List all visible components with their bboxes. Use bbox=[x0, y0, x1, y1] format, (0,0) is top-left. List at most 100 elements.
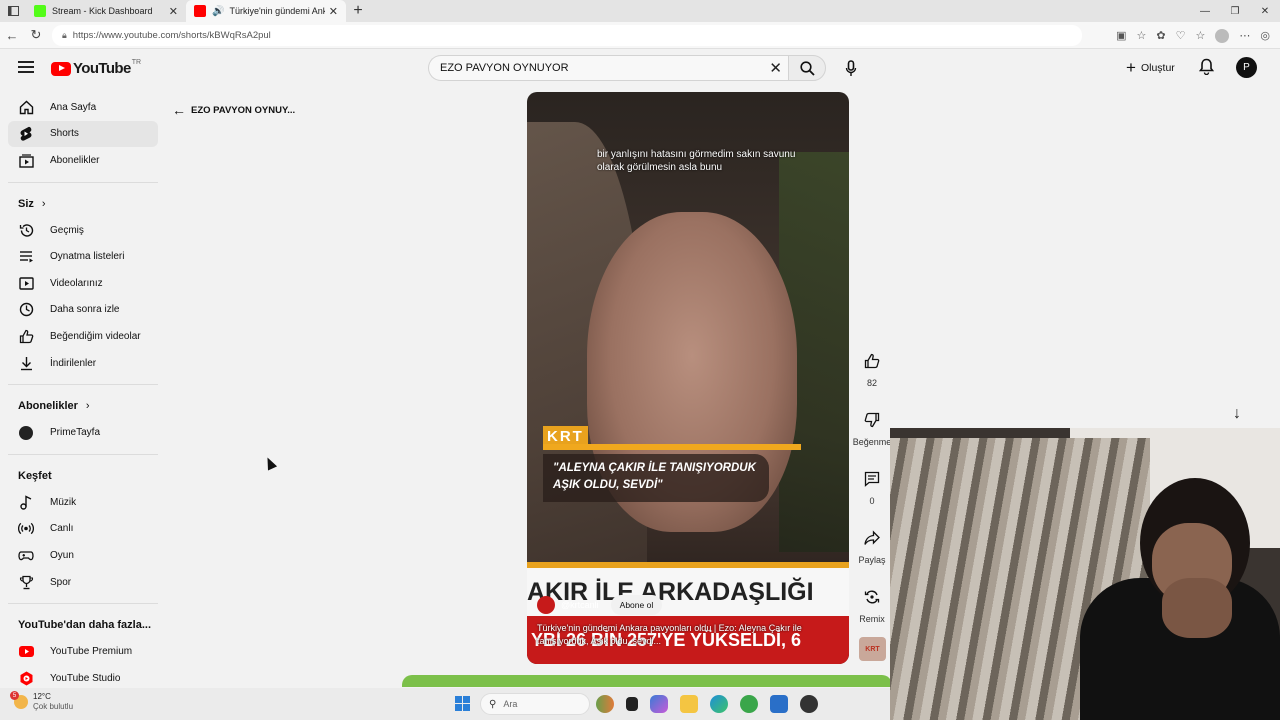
extensions-icon[interactable]: ✿ bbox=[1156, 29, 1165, 42]
favorite-star-icon[interactable]: ☆ bbox=[1137, 29, 1147, 42]
section-explore-heading: Keşfet bbox=[8, 463, 158, 489]
menu-icon[interactable] bbox=[18, 61, 34, 76]
youtube-logo[interactable]: YouTube TR bbox=[51, 59, 142, 77]
subscriptions-icon bbox=[18, 152, 34, 168]
section-heading-label: YouTube'dan daha fazla... bbox=[18, 619, 151, 632]
sidebar-item-music[interactable]: Müzik bbox=[8, 489, 158, 516]
site-info-icon[interactable]: 🔒︎ bbox=[62, 30, 67, 41]
start-button[interactable] bbox=[455, 696, 470, 711]
create-button[interactable]: + Oluştur bbox=[1126, 57, 1175, 79]
sound-thumbnail[interactable]: KRT bbox=[859, 637, 886, 661]
country-code: TR bbox=[131, 59, 142, 66]
microphone-icon bbox=[845, 59, 857, 76]
new-tab-button[interactable]: + bbox=[346, 2, 370, 20]
search-button[interactable] bbox=[788, 55, 826, 81]
tab-youtube-short[interactable]: 🔊 Türkiye'nin gündemi Ankara ✕ bbox=[186, 0, 346, 22]
sidebar-item-subscriptions[interactable]: Abonelikler bbox=[8, 147, 158, 174]
section-subscriptions-heading[interactable]: Abonelikler › bbox=[8, 393, 158, 419]
section-heading-label: Abonelikler bbox=[18, 400, 78, 413]
tab-kick-dashboard[interactable]: Stream - Kick Dashboard ✕ bbox=[26, 0, 186, 22]
back-to-search-link[interactable]: ← EZO PAVYON OYNUY... bbox=[172, 102, 295, 118]
browser-toolbar: ▣ ☆ ✿ ♡ ☆ ⋯ ◎ bbox=[1116, 22, 1270, 49]
sidebar-item-shorts[interactable]: Shorts bbox=[8, 120, 158, 148]
taskbar-apps bbox=[596, 695, 818, 713]
edge-icon[interactable] bbox=[710, 695, 728, 713]
voice-search-button[interactable] bbox=[838, 56, 864, 80]
like-button[interactable]: 82 bbox=[852, 348, 892, 407]
maximize-icon[interactable]: ❐ bbox=[1220, 6, 1250, 17]
minimize-icon[interactable]: — bbox=[1190, 6, 1220, 17]
user-initial: P bbox=[1243, 62, 1250, 73]
weather-icon: 5 bbox=[10, 691, 28, 709]
sidebar-item-gaming[interactable]: Oyun bbox=[8, 542, 158, 569]
back-icon[interactable]: ← bbox=[0, 28, 24, 43]
profile-icon[interactable] bbox=[1215, 28, 1230, 43]
store-icon[interactable] bbox=[770, 695, 788, 713]
widgets-icon[interactable] bbox=[596, 695, 614, 713]
weather-text: 12°C Çok bulutlu bbox=[33, 692, 73, 712]
close-window-icon[interactable]: ✕ bbox=[1250, 6, 1280, 17]
dislike-button[interactable]: Beğenme bbox=[852, 407, 892, 466]
downloads-icon bbox=[18, 355, 34, 371]
taskbar-search[interactable]: ⚲ Ara bbox=[480, 693, 590, 715]
short-video-player[interactable]: bir yanlışını hatasını görmedim sakın sa… bbox=[527, 92, 849, 664]
search-value: EZO PAVYON OYNUYOR bbox=[440, 62, 569, 74]
playlists-icon bbox=[18, 249, 34, 265]
next-short-preview[interactable] bbox=[402, 675, 892, 687]
green-app-icon[interactable] bbox=[740, 695, 758, 713]
favorites-icon[interactable]: ☆ bbox=[1196, 29, 1206, 42]
browser-essentials-icon[interactable]: ♡ bbox=[1176, 29, 1186, 42]
short-title[interactable]: Türkiye'nin gündemi Ankara pavyonları ol… bbox=[537, 622, 827, 648]
channel-logo-overlay: KRT bbox=[543, 426, 588, 446]
sidebar-item-liked-videos[interactable]: Beğendiğim videolar bbox=[8, 323, 158, 350]
sidebar-item-label: Müzik bbox=[50, 496, 77, 508]
sidebar-item-watch-later[interactable]: Daha sonra izle bbox=[8, 297, 158, 324]
close-tab-icon[interactable]: ✕ bbox=[329, 5, 338, 18]
notifications-icon[interactable] bbox=[1198, 58, 1215, 78]
section-more-heading: YouTube'dan daha fazla... bbox=[8, 612, 158, 638]
channel-avatar bbox=[18, 425, 34, 441]
tab-actions-icon[interactable] bbox=[0, 0, 26, 22]
address-input[interactable]: 🔒︎ https://www.youtube.com/shorts/kBWqRs… bbox=[52, 25, 1082, 46]
next-short-arrow-icon[interactable]: ↓ bbox=[1233, 405, 1241, 423]
sidebar-item-sports[interactable]: Spor bbox=[8, 569, 158, 596]
file-explorer-icon[interactable] bbox=[680, 695, 698, 713]
dislike-icon bbox=[855, 407, 889, 433]
url-text: https://www.youtube.com/shorts/kBWqRsA2p… bbox=[72, 30, 271, 41]
sidebar-item-your-videos[interactable]: Videolarınız bbox=[8, 270, 158, 297]
user-avatar[interactable]: P bbox=[1236, 57, 1257, 78]
sidebar-item-downloads[interactable]: İndirilenler bbox=[8, 350, 158, 377]
clear-search-icon[interactable]: ✕ bbox=[769, 59, 782, 77]
comments-button[interactable]: 0 bbox=[852, 466, 892, 525]
remix-button[interactable]: Remix bbox=[852, 584, 892, 643]
more-options-icon[interactable]: ⋯ bbox=[1239, 29, 1250, 42]
app-icon[interactable] bbox=[800, 695, 818, 713]
task-view-icon[interactable] bbox=[626, 697, 638, 711]
lower-third-line bbox=[543, 444, 801, 450]
sidebar-item-channel[interactable]: PrimeTayfa bbox=[8, 419, 158, 446]
close-tab-icon[interactable]: ✕ bbox=[169, 5, 178, 18]
search-icon bbox=[799, 60, 815, 76]
sidebar-item-playlists[interactable]: Oynatma listeleri bbox=[8, 243, 158, 270]
channel-handle[interactable]: @krtcanli bbox=[561, 600, 599, 610]
app-available-icon[interactable]: ▣ bbox=[1116, 29, 1126, 42]
share-button[interactable]: Paylaş bbox=[852, 525, 892, 584]
copilot-app-icon[interactable] bbox=[650, 695, 668, 713]
browser-tab-bar: Stream - Kick Dashboard ✕ 🔊 Türkiye'nin … bbox=[0, 0, 1280, 22]
sidebar-item-live[interactable]: Canlı bbox=[8, 516, 158, 543]
sidebar-item-youtube-premium[interactable]: YouTube Premium bbox=[8, 638, 158, 665]
history-icon bbox=[18, 222, 34, 238]
section-you-heading[interactable]: Siz › bbox=[8, 191, 158, 217]
sidebar-item-history[interactable]: Geçmiş bbox=[8, 217, 158, 244]
weather-widget[interactable]: 5 12°C Çok bulutlu bbox=[10, 691, 73, 712]
sidebar-item-label: YouTube Studio bbox=[50, 672, 121, 684]
reload-icon[interactable]: ↻ bbox=[24, 27, 48, 43]
divider bbox=[8, 453, 158, 455]
sidebar-item-home[interactable]: Ana Sayfa bbox=[8, 94, 158, 121]
audio-playing-icon[interactable]: 🔊 bbox=[212, 6, 224, 17]
copilot-icon[interactable]: ◎ bbox=[1260, 29, 1270, 42]
channel-avatar[interactable] bbox=[537, 596, 555, 614]
search-input[interactable]: EZO PAVYON OYNUYOR ✕ bbox=[428, 55, 788, 81]
subscribe-button[interactable]: Abone ol bbox=[610, 595, 663, 615]
remix-icon bbox=[855, 584, 889, 610]
